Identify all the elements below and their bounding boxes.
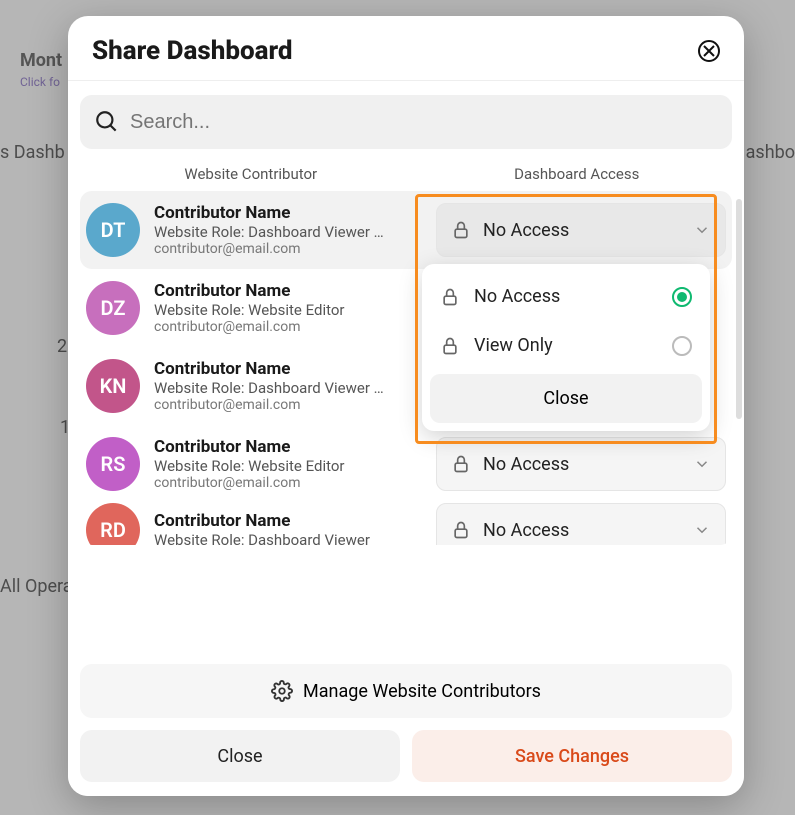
access-cell: No Access	[436, 503, 726, 545]
contributor-info: Contributor Name Website Role: Dashboard…	[154, 203, 436, 257]
contributor-email: contributor@email.com	[154, 397, 436, 413]
lock-icon	[451, 454, 471, 474]
scrollbar[interactable]	[736, 199, 742, 419]
access-select[interactable]: No Access	[436, 203, 726, 257]
contributor-name: Contributor Name	[154, 281, 436, 301]
access-select[interactable]: No Access	[436, 503, 726, 545]
contributor-name: Contributor Name	[154, 203, 436, 223]
share-dashboard-modal: Share Dashboard Website Contributor Dash…	[68, 16, 744, 796]
contributor-info: Contributor Name Website Role: Website E…	[154, 281, 436, 335]
access-label: No Access	[483, 520, 693, 541]
save-changes-button[interactable]: Save Changes	[412, 730, 732, 782]
contributor-role: Website Role: Dashboard Viewer	[154, 531, 384, 545]
col-access-header: Dashboard Access	[422, 165, 732, 183]
access-label: No Access	[483, 220, 693, 241]
avatar: RD	[86, 503, 140, 545]
modal-footer: Manage Website Contributors Close Save C…	[68, 654, 744, 796]
gear-icon	[271, 680, 293, 702]
contributor-role: Website Role: Dashboard Viewer ...	[154, 223, 384, 241]
contributor-email: contributor@email.com	[154, 241, 436, 257]
contributor-row: RD Contributor Name Website Role: Dashbo…	[80, 503, 732, 545]
manage-label: Manage Website Contributors	[303, 681, 541, 702]
contributor-row: RS Contributor Name Website Role: Websit…	[80, 425, 732, 503]
chevron-down-icon	[693, 521, 711, 539]
lock-icon	[451, 520, 471, 540]
avatar: RS	[86, 437, 140, 491]
access-cell: No Access	[436, 203, 726, 257]
manage-contributors-button[interactable]: Manage Website Contributors	[80, 664, 732, 718]
close-icon	[703, 45, 715, 57]
avatar: DT	[86, 203, 140, 257]
search-box[interactable]	[80, 95, 732, 149]
columns-header: Website Contributor Dashboard Access	[68, 157, 744, 191]
dropdown-close-button[interactable]: Close	[430, 374, 702, 423]
search-icon	[94, 109, 120, 135]
close-icon-button[interactable]	[698, 40, 720, 62]
option-label: View Only	[474, 335, 672, 356]
contributor-info: Contributor Name Website Role: Website E…	[154, 437, 436, 491]
contributor-info: Contributor Name Website Role: Dashboard…	[154, 359, 436, 413]
dropdown-option-no-access[interactable]: No Access	[430, 272, 702, 321]
modal-header: Share Dashboard	[68, 16, 744, 81]
dropdown-option-view-only[interactable]: View Only	[430, 321, 702, 370]
access-dropdown: No Access View Only Close	[422, 264, 710, 431]
radio-checked-icon	[672, 287, 692, 307]
lock-icon	[451, 220, 471, 240]
lock-icon	[440, 287, 460, 307]
close-button[interactable]: Close	[80, 730, 400, 782]
contributor-name: Contributor Name	[154, 511, 436, 531]
avatar: DZ	[86, 281, 140, 335]
contributor-role: Website Role: Website Editor	[154, 457, 384, 475]
col-contributor-header: Website Contributor	[80, 165, 422, 183]
contributor-info: Contributor Name Website Role: Dashboard…	[154, 511, 436, 545]
contributor-name: Contributor Name	[154, 359, 436, 379]
access-label: No Access	[483, 454, 693, 475]
search-input[interactable]	[130, 111, 718, 134]
radio-unchecked-icon	[672, 336, 692, 356]
contributor-role: Website Role: Website Editor	[154, 301, 384, 319]
lock-icon	[440, 336, 460, 356]
chevron-down-icon	[693, 221, 711, 239]
access-select[interactable]: No Access	[436, 437, 726, 491]
footer-actions: Close Save Changes	[80, 730, 732, 782]
contributor-row: DT Contributor Name Website Role: Dashbo…	[80, 191, 732, 269]
avatar: KN	[86, 359, 140, 413]
chevron-down-icon	[693, 455, 711, 473]
contributor-name: Contributor Name	[154, 437, 436, 457]
contributor-role: Website Role: Dashboard Viewer ...	[154, 379, 384, 397]
modal-title: Share Dashboard	[92, 36, 293, 66]
access-cell: No Access	[436, 437, 726, 491]
contributor-list: DT Contributor Name Website Role: Dashbo…	[68, 191, 744, 654]
option-label: No Access	[474, 286, 672, 307]
search-wrap	[68, 81, 744, 157]
contributor-email: contributor@email.com	[154, 475, 436, 491]
contributor-email: contributor@email.com	[154, 319, 436, 335]
